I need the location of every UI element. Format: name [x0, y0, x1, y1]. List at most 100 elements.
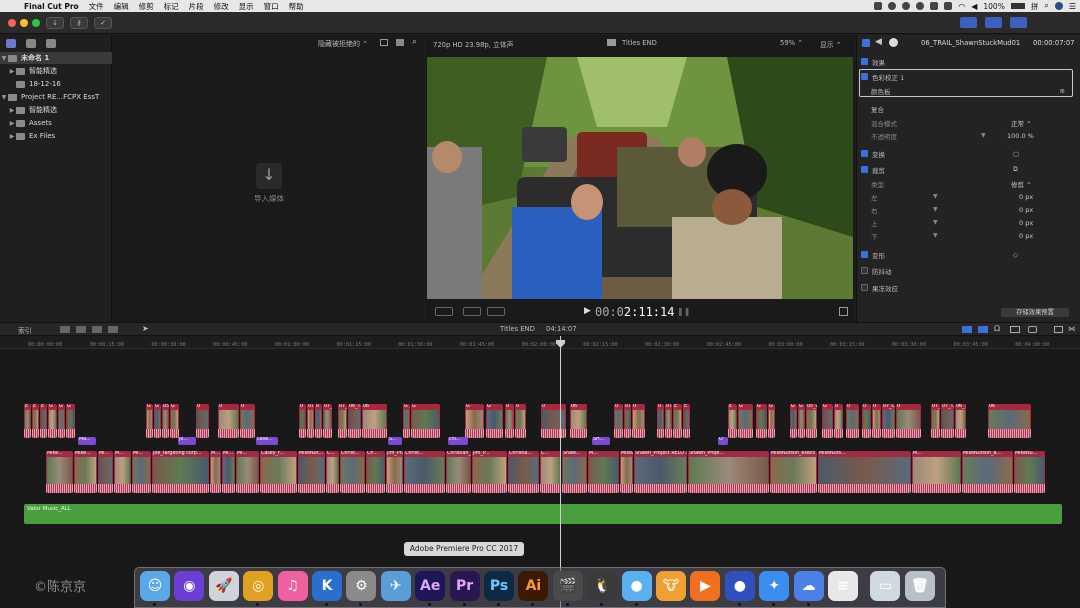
dock-app-premiere-pro-icon[interactable]: Pr: [449, 571, 480, 601]
dock-app-baidu-netdisk-icon[interactable]: ☁: [793, 571, 824, 601]
primary-clip[interactable]: Jim_Project R...: [386, 451, 403, 493]
primary-clip[interactable]: C...: [540, 451, 561, 493]
primary-clip[interactable]: Ch...: [366, 451, 385, 493]
connected-clip[interactable]: G: [768, 404, 775, 438]
dock-app-after-effects-icon[interactable]: Ae: [415, 571, 446, 601]
connected-clip[interactable]: G: [146, 404, 153, 438]
connected-clip[interactable]: E: [673, 404, 682, 438]
connected-clip[interactable]: G: [822, 404, 833, 438]
connected-clip[interactable]: G: [738, 404, 753, 438]
zoom-menu[interactable]: 59% ⌃: [780, 39, 803, 47]
primary-clip[interactable]: MikeNutson_execs become foll...: [770, 451, 817, 493]
connected-clip[interactable]: 0: [872, 404, 881, 438]
inspector-row-crop[interactable]: 裁剪 ⧉: [861, 163, 1075, 176]
primary-clip[interactable]: Christian_...: [446, 451, 471, 493]
dock-app-illustrator-icon[interactable]: Ai: [518, 571, 549, 601]
library-item-exfiles[interactable]: ▶ Ex Files: [0, 130, 112, 142]
video-inspector-icon[interactable]: [862, 39, 870, 47]
connected-clip[interactable]: E: [24, 404, 31, 438]
connected-clip[interactable]: G: [154, 404, 161, 438]
dock-app-system-preferences-icon[interactable]: ⚙: [346, 571, 377, 601]
library-item-event[interactable]: 18-12-16: [0, 78, 112, 90]
dock-app-preview-icon[interactable]: ▭: [870, 571, 901, 601]
primary-clip[interactable]: Shawn_Proje...: [688, 451, 769, 493]
connected-clip[interactable]: 05_C...: [806, 404, 817, 438]
timeline-ruler[interactable]: 00:00:00:00 00:00:15:00 00:00:30:00 00:00:4…: [0, 336, 1080, 349]
pause-button[interactable]: ❚❚: [677, 307, 690, 316]
checkbox-icon[interactable]: [861, 284, 868, 291]
dock-app-finder-icon[interactable]: ☺: [140, 571, 170, 601]
menu-trim[interactable]: 修剪: [139, 1, 154, 12]
connected-clip[interactable]: 06: [362, 404, 387, 438]
import-media-icon[interactable]: ↓: [256, 163, 282, 189]
connected-clip[interactable]: 0: [846, 404, 859, 438]
connected-clip[interactable]: 06: [988, 404, 1031, 438]
slider-knob-icon[interactable]: ▼: [981, 132, 986, 139]
select-tool-icon[interactable]: ➤: [142, 324, 149, 333]
save-effects-preset-button[interactable]: 存储效果预置: [1001, 308, 1069, 317]
connected-clip[interactable]: 0: [632, 404, 645, 438]
dock-app-swift-icon[interactable]: ✈: [380, 571, 411, 601]
connected-clip[interactable]: G: [486, 404, 503, 438]
dock-app-chrome-icon[interactable]: ◎: [243, 571, 274, 601]
connected-clip[interactable]: 07: [624, 404, 631, 438]
connected-clip[interactable]: G: [798, 404, 805, 438]
connected-clip[interactable]: 0: [299, 404, 306, 438]
disclosure-open-icon[interactable]: ▼: [0, 55, 8, 62]
menu-app-name[interactable]: Final Cut Pro: [24, 2, 79, 11]
inspector-row-color-correction[interactable]: 色彩校正 1: [861, 70, 1075, 83]
insert-clip-icon[interactable]: [76, 326, 86, 333]
checkbox-icon[interactable]: [861, 58, 868, 65]
avatar-icon[interactable]: [1054, 2, 1063, 10]
connected-clip[interactable]: 0: [515, 404, 526, 438]
slider-knob-icon[interactable]: ▼: [933, 219, 938, 226]
menu-mark[interactable]: 标记: [164, 1, 179, 12]
dock-app-textedit-icon[interactable]: ≡: [828, 571, 858, 601]
clip-appearance-icon[interactable]: [380, 39, 388, 46]
menu-view[interactable]: 显示: [239, 1, 254, 12]
dock-app-final-cut-pro-icon[interactable]: 🎬: [552, 571, 583, 601]
filmstrip-icon[interactable]: [396, 39, 404, 46]
transform-onscreen-icon[interactable]: ▢: [1013, 150, 1019, 158]
append-clip-icon[interactable]: [92, 326, 102, 333]
music-clip[interactable]: Valor Music_ALL: [24, 504, 1062, 524]
slider-knob-icon[interactable]: ▼: [933, 232, 938, 239]
connected-clip[interactable]: 0: [240, 404, 255, 438]
show-timeline-button[interactable]: [985, 17, 1002, 28]
disclosure-closed-icon[interactable]: ▶: [8, 120, 16, 127]
title-clip[interactable]: S...: [388, 437, 402, 445]
connected-clip[interactable]: 06_TR: [955, 404, 966, 438]
background-tasks-button[interactable]: ✓: [94, 17, 112, 29]
connected-clip[interactable]: 0: [834, 404, 843, 438]
slider-knob-icon[interactable]: ▼: [933, 206, 938, 213]
viewer-timecode[interactable]: 00:02:11:14: [595, 305, 674, 319]
input-method[interactable]: 拼: [1031, 1, 1039, 12]
connected-clip[interactable]: 0: [657, 404, 664, 438]
menu-window[interactable]: 窗口: [264, 1, 279, 12]
connected-clip[interactable]: 07_CA: [882, 404, 895, 438]
dock-app-qq-browser-icon[interactable]: ●: [621, 571, 652, 601]
airplay-icon[interactable]: [930, 2, 939, 10]
inspector-row-stabilization[interactable]: 防抖动: [861, 264, 1075, 277]
connected-clip[interactable]: 06_TR: [348, 404, 361, 438]
connected-clip[interactable]: 0: [896, 404, 921, 438]
connected-clip[interactable]: G: [790, 404, 797, 438]
play-button[interactable]: ▶: [584, 306, 591, 316]
connected-clip[interactable]: 07_TR: [323, 404, 332, 438]
inspector-row-crop-top[interactable]: 上 ▼ 0 px: [861, 216, 1075, 229]
notification-icon[interactable]: ☰: [1069, 2, 1076, 11]
checkbox-icon[interactable]: [861, 166, 868, 173]
clip-appearance-icon[interactable]: [1010, 326, 1020, 333]
connected-clip[interactable]: 0: [614, 404, 623, 438]
connected-clip[interactable]: 07_T...: [941, 404, 954, 438]
connected-clip[interactable]: 0: [196, 404, 209, 438]
connected-clip[interactable]: G: [66, 404, 75, 438]
inspector-row-distort[interactable]: 变形 ◇: [861, 248, 1075, 261]
connected-clip[interactable]: 0: [505, 404, 514, 438]
connected-clip[interactable]: G: [403, 404, 410, 438]
checkbox-icon[interactable]: [861, 267, 868, 274]
disclosure-closed-icon[interactable]: ▶: [8, 133, 16, 140]
headphones-icon[interactable]: Ω: [994, 324, 1000, 333]
primary-clip[interactable]: MikeNu...: [1014, 451, 1045, 493]
dock-app-kuaibo-icon[interactable]: K: [312, 571, 342, 601]
